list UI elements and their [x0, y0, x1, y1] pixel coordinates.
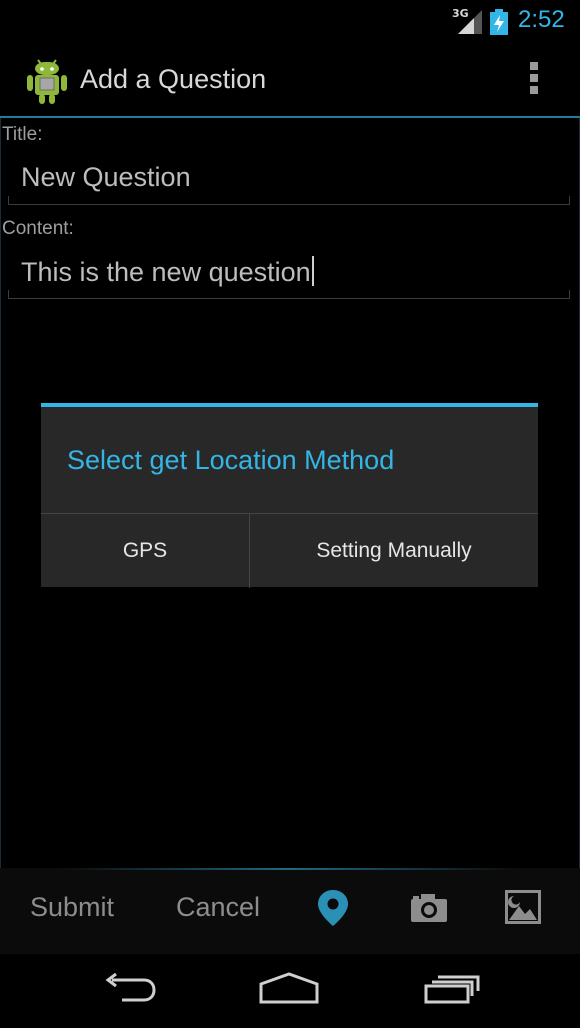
camera-icon[interactable] — [411, 894, 447, 922]
action-bar: Add a Question — [0, 44, 580, 118]
title-field[interactable]: New Question — [8, 160, 570, 205]
location-method-dialog: Select get Location Method GPS Setting M… — [41, 403, 538, 588]
bottom-action-bar: Submit Cancel — [0, 868, 580, 954]
bottom-bar-glow — [60, 868, 520, 870]
title-field-value: New Question — [21, 162, 191, 192]
dialog-title: Select get Location Method — [67, 445, 395, 475]
navigation-bar — [0, 954, 580, 1028]
battery-charging-icon — [490, 9, 508, 35]
content-field[interactable]: This is the new question — [8, 254, 570, 299]
cancel-button[interactable]: Cancel — [176, 892, 260, 923]
page-title: Add a Question — [80, 64, 267, 94]
gps-button[interactable]: GPS — [41, 514, 250, 588]
home-icon[interactable] — [258, 972, 320, 1006]
submit-button[interactable]: Submit — [30, 892, 114, 923]
status-bar: 3G 2:52 — [0, 0, 580, 44]
location-pin-icon[interactable] — [318, 890, 348, 926]
content-label: Content: — [2, 218, 74, 239]
title-label: Title: — [2, 124, 43, 145]
status-clock: 2:52 — [518, 6, 565, 33]
text-cursor — [311, 256, 314, 286]
recent-apps-icon[interactable] — [422, 972, 480, 1006]
signal-strength-icon — [458, 10, 482, 34]
android-robot-icon[interactable] — [26, 58, 68, 104]
setting-manually-button[interactable]: Setting Manually — [250, 514, 538, 588]
back-icon[interactable] — [100, 972, 158, 1006]
content-field-value: This is the new question — [21, 257, 311, 287]
overflow-menu-icon[interactable] — [524, 62, 544, 98]
content-field-value-wrap: This is the new question — [21, 256, 314, 288]
picture-icon[interactable] — [505, 890, 541, 924]
dialog-button-row: GPS Setting Manually — [41, 513, 538, 588]
